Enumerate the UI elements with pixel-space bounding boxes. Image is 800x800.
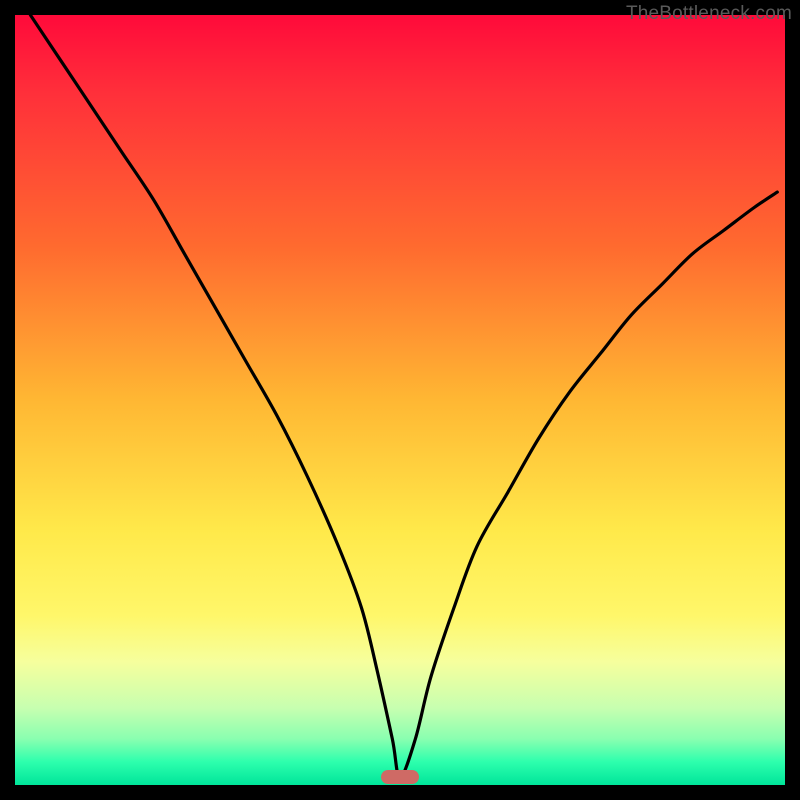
optimal-marker [381, 770, 419, 784]
plot-area [15, 15, 785, 785]
bottleneck-curve [15, 15, 785, 785]
attribution-text: TheBottleneck.com [626, 3, 792, 25]
chart-stage: TheBottleneck.com [0, 0, 800, 800]
curve-path [30, 15, 777, 777]
